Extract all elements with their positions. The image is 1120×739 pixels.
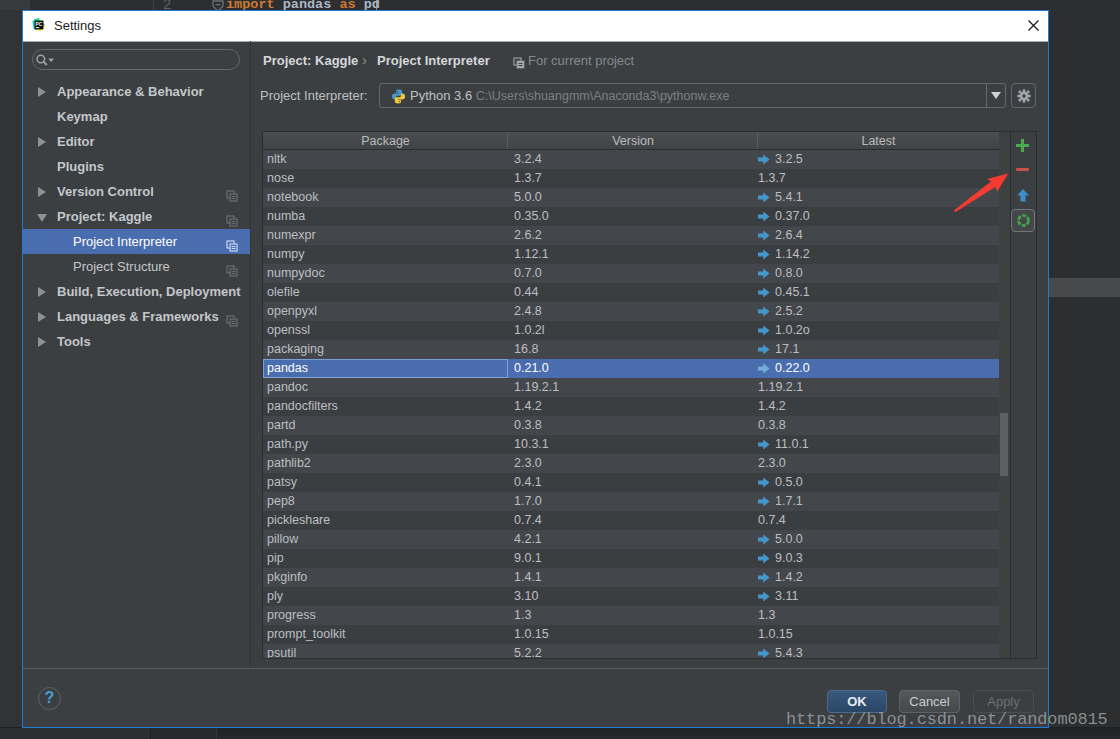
svg-text:PC: PC	[36, 22, 43, 27]
